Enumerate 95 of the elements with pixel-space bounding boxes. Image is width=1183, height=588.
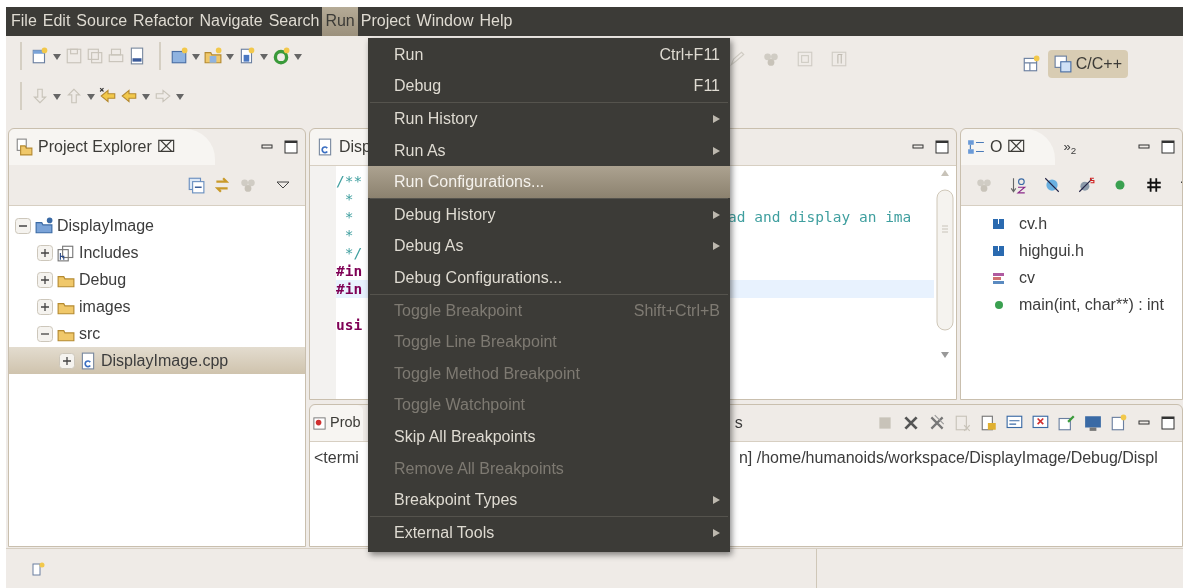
shortcut-text: Shift+Ctrl+B [633, 300, 720, 321]
menu-item[interactable]: Debug Configurations... [368, 262, 730, 294]
project-icon [35, 216, 53, 235]
menu-item[interactable]: Run [322, 7, 358, 36]
expand-toggle-icon[interactable] [59, 352, 75, 369]
includes-icon [57, 243, 75, 262]
run-icon[interactable] [272, 46, 290, 65]
link-icon[interactable] [213, 176, 231, 194]
menu-item[interactable]: External Tools [368, 516, 730, 549]
new-source-file-icon[interactable] [238, 46, 256, 65]
tree-item[interactable]: DisplayImage [57, 213, 154, 238]
menu-item[interactable]: Source [73, 7, 131, 36]
menu-item[interactable]: Debug F11 [368, 70, 730, 103]
menu-item[interactable]: Debug History [368, 198, 730, 231]
last-edit-icon[interactable] [99, 86, 117, 105]
menu-item[interactable]: File [8, 7, 40, 36]
menu-item[interactable]: Run History [368, 103, 730, 135]
tree-item[interactable]: images [79, 294, 131, 319]
new-project-icon[interactable] [170, 46, 188, 65]
menu-item[interactable]: Run As [368, 134, 730, 167]
new-folder-icon[interactable] [204, 46, 222, 65]
collapse-all-icon[interactable] [187, 176, 205, 194]
scroll-lock-icon[interactable] [980, 414, 998, 432]
menu-item[interactable]: Edit [39, 7, 74, 36]
close-icon[interactable]: ⌧ [156, 135, 175, 159]
view-tab[interactable]: Prob [310, 405, 363, 441]
dots-icon[interactable] [975, 176, 993, 194]
hide-fields-icon[interactable] [1043, 176, 1061, 194]
new-console-icon[interactable] [1110, 414, 1128, 432]
maximize-icon[interactable] [934, 139, 950, 155]
code-text: /** [336, 172, 364, 190]
explorer-icon [15, 138, 33, 156]
maximize-icon[interactable] [283, 139, 299, 155]
display-icon[interactable] [1084, 414, 1102, 432]
code-text: #in [336, 262, 364, 280]
menu-item[interactable]: Skip All Breakpoints [368, 421, 730, 453]
c-file-icon [316, 138, 334, 156]
perspective-icon [1053, 54, 1072, 73]
expand-toggle-icon[interactable] [37, 298, 53, 315]
code-text: * [343, 208, 355, 226]
hash-icon[interactable] [1145, 176, 1163, 194]
maximize-icon[interactable] [1160, 415, 1176, 431]
tab-label: Prob [330, 413, 361, 433]
outline-item[interactable]: highgui.h [1019, 238, 1084, 263]
menu-item[interactable]: Project [357, 7, 414, 36]
remove-all-icon[interactable] [928, 414, 946, 432]
collapse-toggle-icon[interactable] [37, 325, 53, 342]
tab-label: Project Explorer [38, 137, 152, 157]
view-tab[interactable]: s [734, 411, 743, 435]
perspective-button[interactable]: C/C++ [1047, 49, 1128, 78]
expand-toggle-icon[interactable] [37, 244, 53, 261]
open-perspective-icon[interactable] [1021, 54, 1040, 73]
menu-item[interactable]: Debug As [368, 230, 730, 263]
console-text: <termi [314, 448, 359, 468]
menu-item[interactable]: Refactor [130, 7, 197, 36]
new-file-icon[interactable] [31, 46, 49, 65]
close-icon[interactable]: ⌧ [1007, 135, 1026, 159]
menu-item[interactable]: Help [476, 7, 516, 36]
sort-icon[interactable] [1009, 176, 1027, 194]
back-arrow-icon[interactable] [120, 86, 138, 105]
collapse-toggle-icon[interactable] [15, 217, 31, 234]
outline-item[interactable]: cv.h [1019, 211, 1048, 236]
menu-item[interactable]: Breakpoint Types [368, 484, 730, 516]
tree-item[interactable]: Includes [79, 240, 139, 265]
outline-item[interactable]: main(int, char**) : int [1019, 292, 1164, 317]
menu-item[interactable]: Navigate [196, 7, 266, 36]
view-tab[interactable]: Project Explorer ⌧ [9, 129, 215, 165]
tab-label: O [990, 137, 1003, 157]
problems-icon [312, 415, 327, 431]
remove-icon[interactable] [902, 414, 920, 432]
code-text: * [343, 226, 355, 244]
pencil-icon[interactable] [728, 49, 746, 68]
console-text: n] /home/humanoids/workspace/DisplayImage/Debug/Displ [738, 448, 1158, 468]
pin-icon[interactable] [1058, 414, 1076, 432]
menu-item[interactable]: Run Ctrl+F11 [368, 39, 730, 71]
tree-item[interactable]: Debug [79, 267, 127, 292]
code-text: */ [343, 244, 364, 262]
binary-file-icon[interactable] [128, 46, 146, 65]
cfile-icon [79, 351, 97, 370]
menu-item[interactable]: Window [413, 7, 477, 36]
hide-static-icon[interactable] [1077, 176, 1095, 194]
tree-item[interactable]: src [79, 321, 101, 346]
shortcut-text: Ctrl+F11 [659, 44, 720, 65]
code-text: * [343, 190, 355, 208]
code-text: usi [336, 316, 364, 334]
menu-item[interactable]: Search [265, 7, 323, 36]
view-tab[interactable]: O ⌧ [961, 129, 1056, 165]
shortcut-text: F11 [693, 76, 720, 97]
outline-item[interactable]: cv [1019, 265, 1035, 290]
maximize-icon[interactable] [1160, 139, 1176, 155]
expand-toggle-icon[interactable] [37, 271, 53, 288]
more-views-button[interactable]: »$_{2}$ [1063, 137, 1077, 157]
outline-icon [967, 138, 985, 156]
code-text: #in [336, 280, 364, 298]
dots-icon[interactable] [239, 176, 257, 194]
